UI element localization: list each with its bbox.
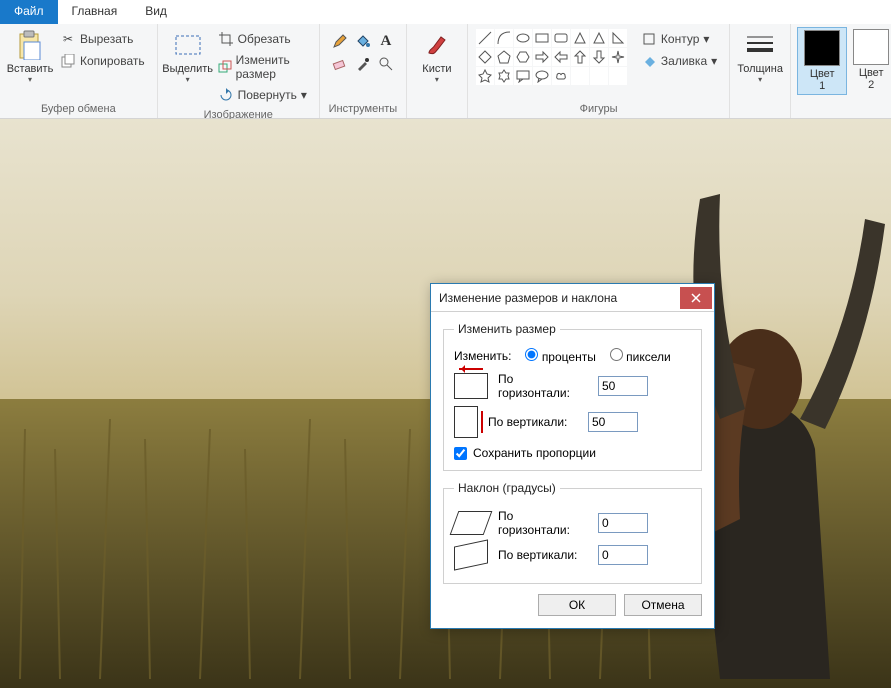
shape-callout-rect[interactable] xyxy=(514,67,532,85)
thickness-button[interactable]: Толщина ▾ xyxy=(736,27,784,86)
copy-icon xyxy=(60,53,76,69)
outline-icon xyxy=(641,31,657,47)
chevron-down-icon: ▾ xyxy=(186,75,190,84)
shape-arrow-left[interactable] xyxy=(552,48,570,66)
cancel-button[interactable]: Отмена xyxy=(624,594,702,616)
dialog-title: Изменение размеров и наклона xyxy=(439,291,617,305)
shapes-gallery[interactable] xyxy=(474,27,629,87)
shape-curve[interactable] xyxy=(495,29,513,47)
color1-swatch xyxy=(804,30,840,66)
horizontal-icon xyxy=(454,373,488,399)
group-label-tools: Инструменты xyxy=(326,101,400,117)
magnifier-tool[interactable] xyxy=(376,54,396,74)
chevron-down-icon: ▾ xyxy=(28,75,32,84)
shape-outline-button[interactable]: Контур▾ xyxy=(637,29,721,49)
fill-tool[interactable] xyxy=(353,31,373,51)
thickness-icon xyxy=(744,29,776,61)
cut-button[interactable]: ✂ Вырезать xyxy=(56,29,149,49)
crop-icon xyxy=(218,31,234,47)
shape-right-triangle[interactable] xyxy=(609,29,627,47)
crop-button[interactable]: Обрезать xyxy=(214,29,311,49)
skew-fieldset: Наклон (градусы) По горизонтали: По верт… xyxy=(443,481,702,584)
radio-percent[interactable]: проценты xyxy=(525,348,595,364)
tab-view[interactable]: Вид xyxy=(131,0,181,24)
dialog-titlebar[interactable]: Изменение размеров и наклона xyxy=(431,284,714,312)
resize-skew-dialog: Изменение размеров и наклона Изменить ра… xyxy=(430,283,715,629)
shape-more[interactable] xyxy=(609,67,627,85)
resize-button[interactable]: Изменить размер xyxy=(214,51,311,83)
clipboard-icon xyxy=(14,29,46,61)
skew-vertical-input[interactable] xyxy=(598,545,648,565)
skew-horizontal-icon xyxy=(454,511,488,535)
select-button[interactable]: Выделить ▾ xyxy=(164,27,212,86)
color1-button[interactable]: Цвет 1 xyxy=(797,27,847,95)
shape-diamond[interactable] xyxy=(476,48,494,66)
group-tools: A Инструменты xyxy=(320,24,407,118)
shape-callout-cloud[interactable] xyxy=(552,67,570,85)
ok-button[interactable]: ОК xyxy=(538,594,616,616)
resize-horizontal-input[interactable] xyxy=(598,376,648,396)
shape-triangle[interactable] xyxy=(590,29,608,47)
ribbon: Вставить ▾ ✂ Вырезать Копировать Буфер о… xyxy=(0,24,891,119)
group-brushes: Кисти ▾ xyxy=(407,24,468,118)
shape-arrow-down[interactable] xyxy=(590,48,608,66)
chevron-down-icon: ▾ xyxy=(301,88,307,102)
skew-vertical-icon xyxy=(454,543,488,567)
shape-callout-oval[interactable] xyxy=(533,67,551,85)
close-button[interactable] xyxy=(680,287,712,309)
group-colors: Цвет 1 Цвет 2 xyxy=(791,24,891,118)
brushes-button[interactable]: Кисти ▾ xyxy=(413,27,461,86)
canvas-area[interactable]: Изменение размеров и наклона Изменить ра… xyxy=(0,119,891,688)
shape-rect[interactable] xyxy=(533,29,551,47)
rotate-button[interactable]: Повернуть ▾ xyxy=(214,85,311,105)
text-tool[interactable]: A xyxy=(376,31,396,51)
shape-hexagon[interactable] xyxy=(514,48,532,66)
paste-button[interactable]: Вставить ▾ xyxy=(6,27,54,86)
shape-star6[interactable] xyxy=(495,67,513,85)
vertical-icon xyxy=(454,406,478,438)
chevron-down-icon: ▾ xyxy=(758,75,762,84)
tab-home[interactable]: Главная xyxy=(58,0,132,24)
group-shapes: Контур▾ Заливка▾ Фигуры xyxy=(468,24,730,118)
shape-star4[interactable] xyxy=(609,48,627,66)
color2-swatch xyxy=(853,29,889,65)
shape-star5[interactable] xyxy=(476,67,494,85)
group-thickness: Толщина ▾ xyxy=(730,24,791,118)
shape-arrow-right[interactable] xyxy=(533,48,551,66)
rotate-icon xyxy=(218,87,234,103)
shape-line[interactable] xyxy=(476,29,494,47)
shape-pentagon[interactable] xyxy=(495,48,513,66)
shape-heart[interactable] xyxy=(571,67,589,85)
resize-icon xyxy=(218,59,232,75)
close-icon xyxy=(691,293,701,303)
group-image: Выделить ▾ Обрезать Изменить размер Пове… xyxy=(158,24,320,118)
fill-icon xyxy=(641,53,657,69)
group-label-shapes: Фигуры xyxy=(474,101,723,117)
scissors-icon: ✂ xyxy=(60,31,76,47)
resize-vertical-input[interactable] xyxy=(588,412,638,432)
radio-pixels[interactable]: пиксели xyxy=(610,348,671,364)
shape-arrow-up[interactable] xyxy=(571,48,589,66)
group-label-clipboard: Буфер обмена xyxy=(6,101,151,117)
select-rect-icon xyxy=(172,29,204,61)
shape-oval[interactable] xyxy=(514,29,532,47)
resize-fieldset: Изменить размер Изменить: проценты пиксе… xyxy=(443,322,702,471)
tab-bar: Файл Главная Вид xyxy=(0,0,891,24)
shape-polygon[interactable] xyxy=(571,29,589,47)
shape-fill-button[interactable]: Заливка▾ xyxy=(637,51,721,71)
group-clipboard: Вставить ▾ ✂ Вырезать Копировать Буфер о… xyxy=(0,24,158,118)
pencil-tool[interactable] xyxy=(330,31,350,51)
copy-button[interactable]: Копировать xyxy=(56,51,149,71)
shape-roundrect[interactable] xyxy=(552,29,570,47)
brush-icon xyxy=(421,29,453,61)
shape-lightning[interactable] xyxy=(590,67,608,85)
keep-ratio-checkbox[interactable] xyxy=(454,447,467,460)
chevron-down-icon: ▾ xyxy=(435,75,439,84)
color2-button[interactable]: Цвет 2 xyxy=(847,27,891,93)
eraser-tool[interactable] xyxy=(330,54,350,74)
color-picker-tool[interactable] xyxy=(353,54,373,74)
skew-horizontal-input[interactable] xyxy=(598,513,648,533)
tab-file[interactable]: Файл xyxy=(0,0,58,24)
